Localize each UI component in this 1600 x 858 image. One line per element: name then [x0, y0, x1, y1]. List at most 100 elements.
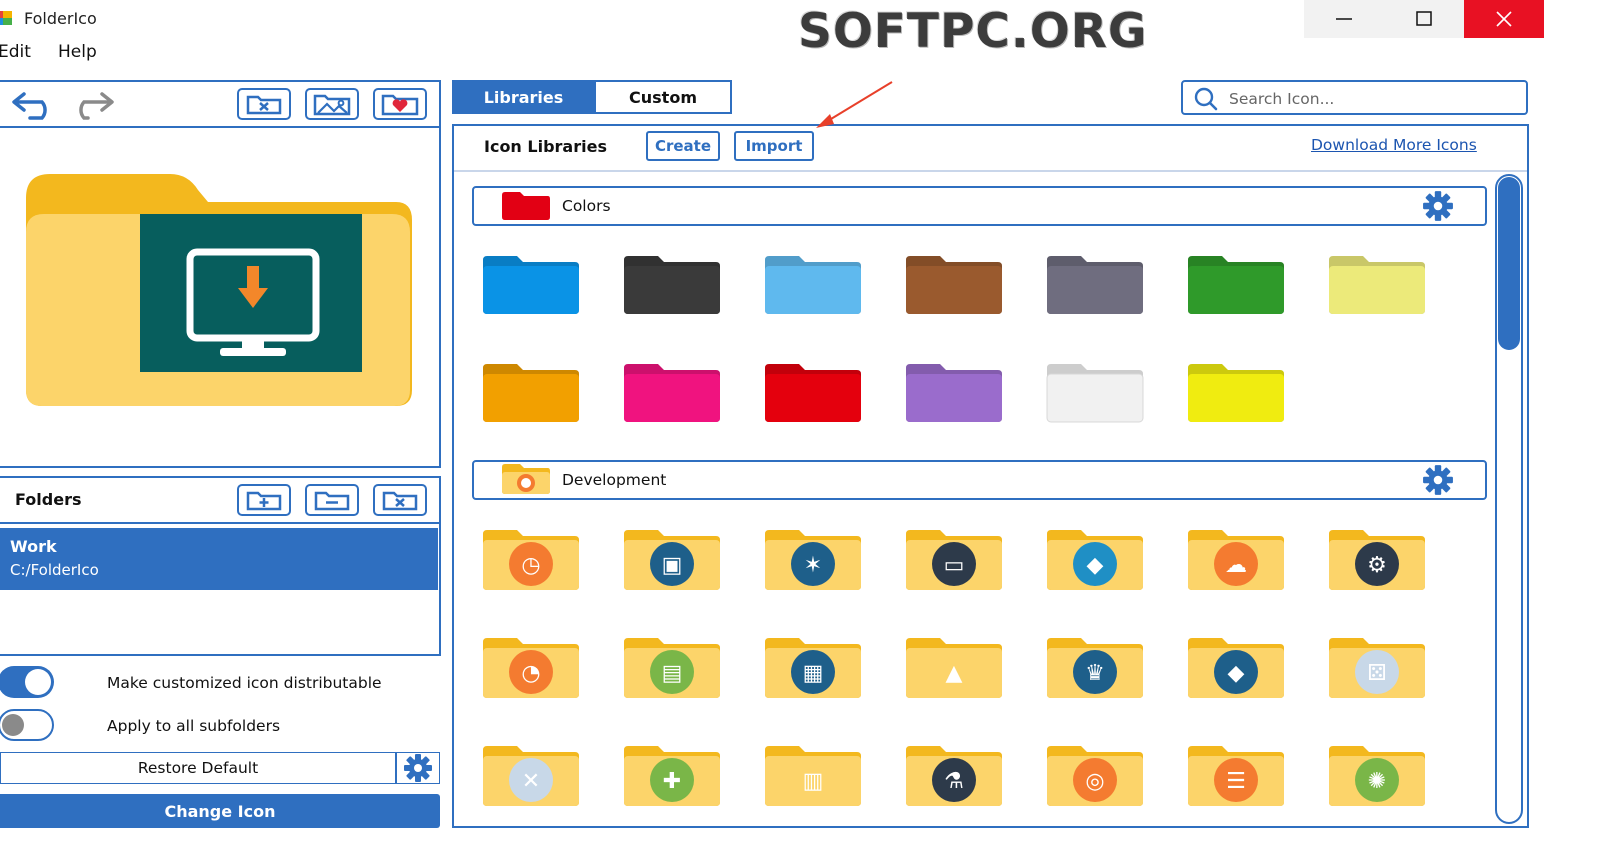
color-folder-icon[interactable]	[904, 254, 1004, 316]
search-icon	[1194, 87, 1218, 111]
image-icon	[313, 94, 351, 116]
redo-icon[interactable]	[66, 86, 116, 122]
puzzle-icon[interactable]: ✚	[622, 744, 722, 808]
folder-x-icon	[246, 95, 282, 115]
svg-text:✚: ✚	[663, 769, 681, 794]
tag-icon[interactable]: ◆	[1045, 528, 1145, 592]
red-folder-icon	[502, 192, 550, 220]
subfolders-label: Apply to all subfolders	[107, 717, 281, 735]
gear-icon[interactable]	[1420, 190, 1456, 222]
color-folder-icon[interactable]	[763, 254, 863, 316]
scrollbar-thumb[interactable]	[1498, 177, 1520, 350]
svg-text:▦: ▦	[803, 661, 824, 686]
close-button[interactable]	[1464, 0, 1544, 38]
color-folder-icon[interactable]	[481, 254, 581, 316]
undo-icon[interactable]	[10, 86, 60, 122]
menu-edit[interactable]: Edit	[0, 42, 31, 62]
color-folder-icon[interactable]	[622, 362, 722, 424]
menu-help[interactable]: Help	[58, 42, 97, 62]
folder-x-icon	[382, 491, 418, 511]
development-folder-icon	[502, 464, 550, 494]
annotation-arrow	[816, 81, 893, 128]
remove-icon-button[interactable]	[237, 88, 291, 120]
distributable-label: Make customized icon distributable	[107, 674, 382, 692]
folder-preview-icon	[26, 174, 412, 406]
svg-text:✕: ✕	[522, 769, 540, 794]
svg-text:▲: ▲	[946, 661, 963, 686]
minimize-icon	[1336, 18, 1352, 20]
svg-text:▭: ▭	[944, 553, 965, 578]
clear-folders-button[interactable]	[373, 484, 427, 516]
search-input[interactable]	[1227, 88, 1521, 110]
restore-default-button[interactable]: Restore Default	[0, 752, 396, 784]
gear-icon[interactable]	[1420, 464, 1456, 496]
watermark: SOFTPC.ORG	[798, 4, 1148, 59]
section-colors-label: Colors	[562, 197, 611, 215]
app-logo-icon	[0, 11, 12, 25]
color-folder-icon[interactable]	[1045, 362, 1145, 424]
folder-plus-icon	[246, 491, 282, 511]
bug-icon[interactable]: ✺	[1327, 744, 1427, 808]
maximize-button[interactable]	[1384, 0, 1464, 38]
icon-libraries-heading: Icon Libraries	[484, 137, 607, 156]
svg-text:◔: ◔	[521, 661, 540, 686]
close-icon	[1496, 11, 1512, 27]
cloud-icon[interactable]: ☁	[1186, 528, 1286, 592]
browser-window-icon[interactable]: ▭	[904, 528, 1004, 592]
monitor-code-icon[interactable]: ▤	[622, 636, 722, 700]
minimize-button[interactable]	[1304, 0, 1384, 38]
brick-fire-icon[interactable]: ▥	[763, 744, 863, 808]
svg-text:✶: ✶	[804, 553, 822, 578]
restore-settings-button[interactable]	[396, 752, 440, 784]
stopwatch-icon[interactable]: ◔	[481, 636, 581, 700]
package-icon[interactable]: ▣	[622, 528, 722, 592]
svg-text:♛: ♛	[1085, 661, 1105, 686]
sitemap-icon[interactable]: ☰	[1186, 744, 1286, 808]
create-button[interactable]: Create	[646, 131, 720, 161]
gear-icon[interactable]: ⚙	[1327, 528, 1427, 592]
search-box	[1181, 80, 1528, 115]
traffic-cone-icon[interactable]: ▲	[904, 636, 1004, 700]
color-folder-icon[interactable]	[622, 254, 722, 316]
color-folder-icon[interactable]	[1186, 254, 1286, 316]
flask-icon[interactable]: ⚗	[904, 744, 1004, 808]
tools-icon[interactable]: ✕	[481, 744, 581, 808]
alarm-clock-icon[interactable]: ◷	[481, 528, 581, 592]
distributable-toggle[interactable]	[0, 666, 54, 698]
add-folder-button[interactable]	[237, 484, 291, 516]
section-development-label: Development	[562, 471, 667, 489]
svg-text:◎: ◎	[1085, 769, 1104, 794]
compass-star-icon[interactable]: ✶	[763, 528, 863, 592]
diamond-icon[interactable]: ◆	[1186, 636, 1286, 700]
color-folder-icon[interactable]	[1327, 254, 1427, 316]
favorite-button[interactable]	[373, 88, 427, 120]
svg-text:◆: ◆	[1087, 553, 1104, 578]
color-folder-icon[interactable]	[1186, 362, 1286, 424]
color-folder-icon[interactable]	[763, 362, 863, 424]
section-colors[interactable]	[472, 186, 1487, 226]
gear-icon	[404, 754, 432, 782]
gamepad-icon[interactable]: ◎	[1045, 744, 1145, 808]
svg-text:⚙: ⚙	[1367, 553, 1387, 578]
svg-text:▥: ▥	[803, 769, 824, 794]
remove-folder-button[interactable]	[305, 484, 359, 516]
svg-text:✺: ✺	[1368, 769, 1386, 794]
color-folder-icon[interactable]	[481, 362, 581, 424]
crown-icon[interactable]: ♛	[1045, 636, 1145, 700]
presentation-icon[interactable]: ▦	[763, 636, 863, 700]
folder-list-item[interactable]	[0, 528, 438, 590]
dice-icon[interactable]: ⚄	[1327, 636, 1427, 700]
download-more-icons-link[interactable]: Download More Icons	[1311, 136, 1477, 154]
tab-libraries[interactable]: Libraries	[452, 80, 595, 114]
image-button[interactable]	[305, 88, 359, 120]
color-folder-icon[interactable]	[904, 362, 1004, 424]
divider	[454, 170, 1527, 172]
svg-text:⚄: ⚄	[1367, 661, 1386, 686]
folder-item-name: Work	[10, 537, 57, 556]
tab-custom[interactable]: Custom	[594, 80, 732, 114]
color-folder-icon[interactable]	[1045, 254, 1145, 316]
svg-text:◆: ◆	[1228, 661, 1245, 686]
change-icon-button[interactable]: Change Icon	[0, 794, 440, 828]
subfolders-toggle[interactable]	[0, 709, 54, 741]
maximize-icon	[1416, 11, 1432, 26]
